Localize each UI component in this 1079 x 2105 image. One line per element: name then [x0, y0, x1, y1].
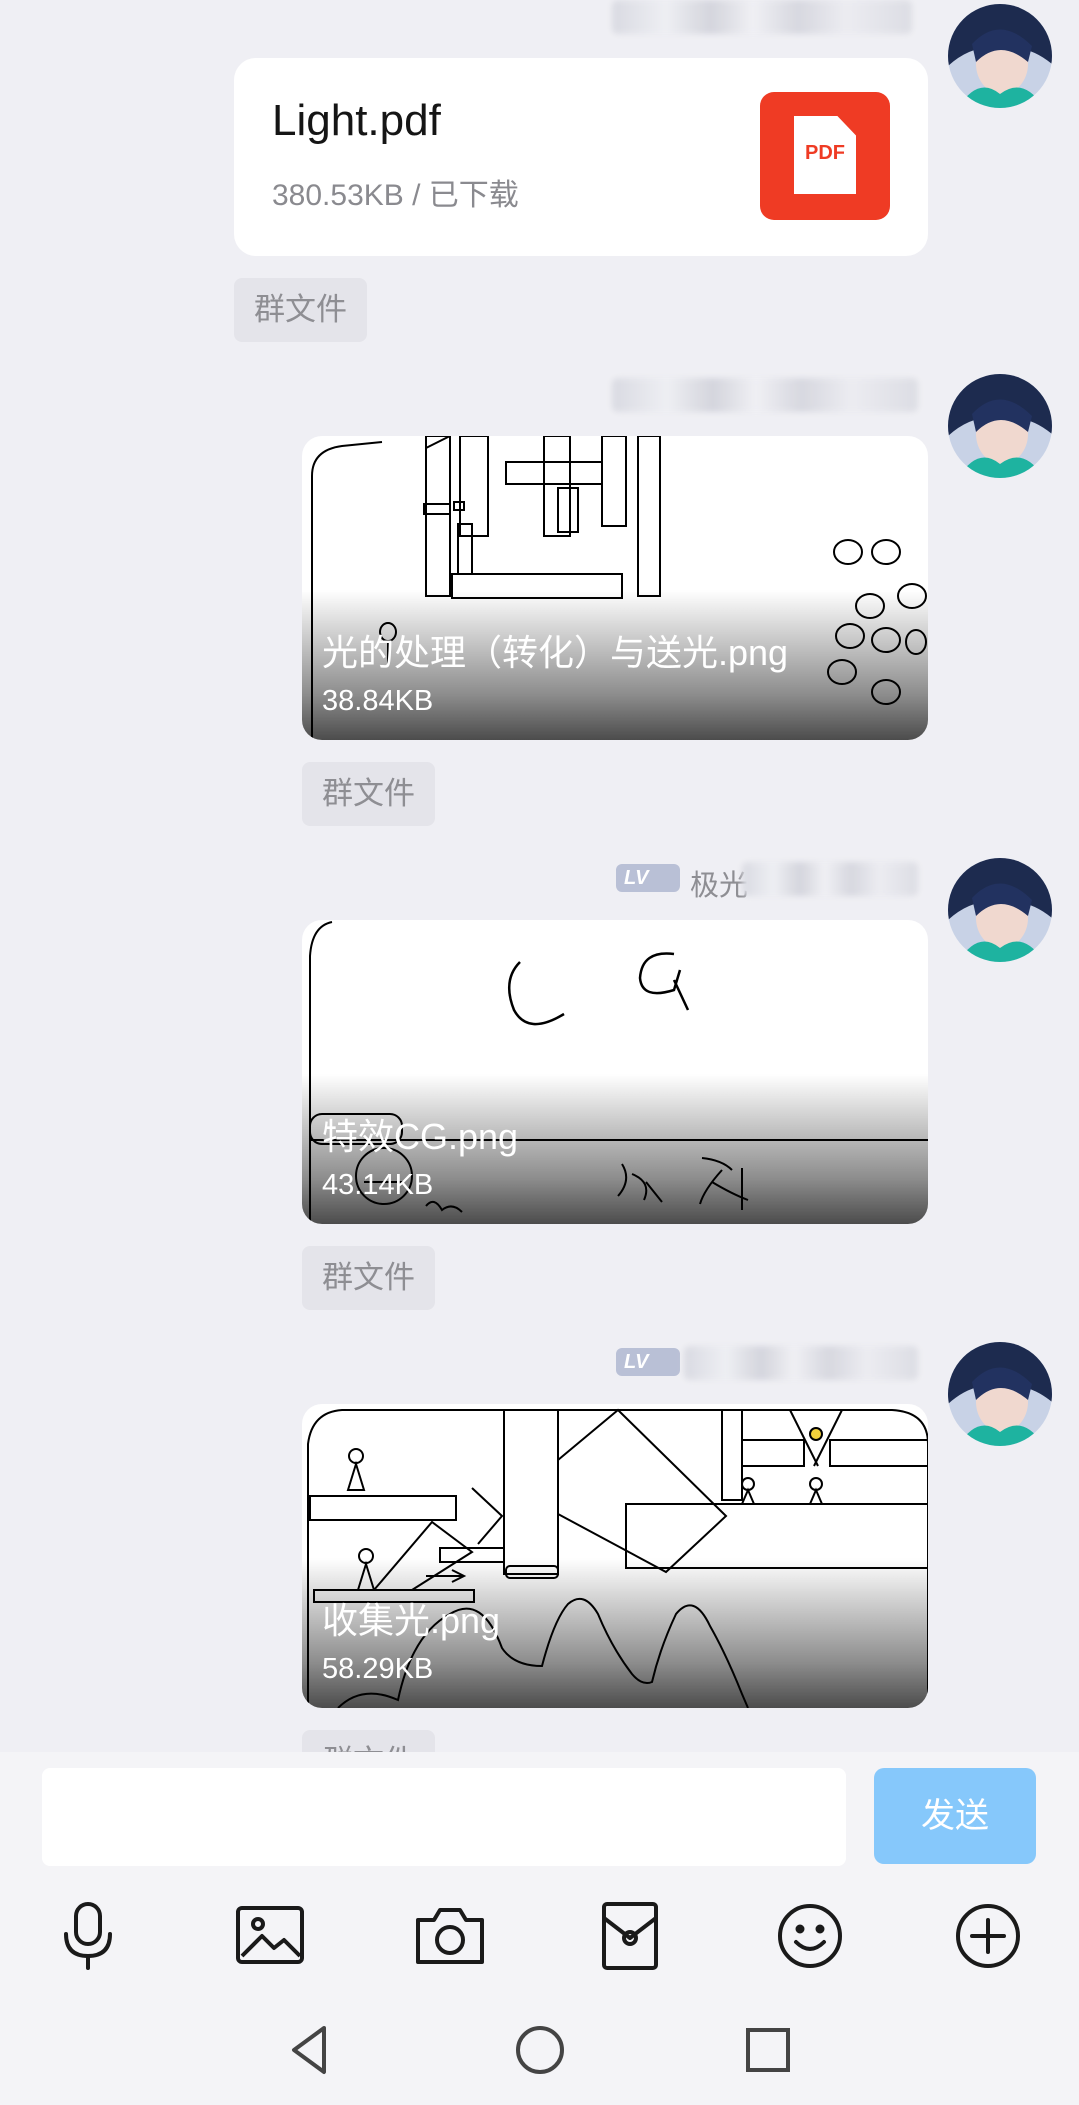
- avatar-image: [948, 858, 1052, 962]
- image-file-name: 特效CG.png: [322, 1116, 519, 1157]
- file-message-card[interactable]: Light.pdf 380.53KB / 已下载 PDF: [234, 58, 928, 256]
- pdf-icon: PDF: [760, 92, 890, 220]
- level-badge: LV: [616, 864, 680, 892]
- image-file-size: 58.29KB: [322, 1653, 434, 1685]
- group-file-tag[interactable]: 群文件: [302, 762, 435, 826]
- image-file-size: 43.14KB: [322, 1169, 434, 1201]
- recents-icon[interactable]: [738, 2020, 798, 2080]
- camera-icon[interactable]: [410, 1896, 490, 1976]
- sender-name-blurred: [612, 378, 918, 412]
- avatar[interactable]: [948, 374, 1052, 478]
- image-file-name: 光的处理（转化）与送光.png: [322, 632, 789, 673]
- red-packet-icon[interactable]: [590, 1896, 670, 1976]
- image-message-card[interactable]: 收集光.png 58.29KB: [302, 1404, 928, 1708]
- image-file-size: 38.84KB: [322, 685, 434, 717]
- image-file-name: 收集光.png: [322, 1600, 501, 1641]
- emoji-icon[interactable]: [770, 1896, 850, 1976]
- image-message-card[interactable]: 光的处理（转化）与送光.png 38.84KB: [302, 436, 928, 740]
- send-button[interactable]: 发送: [874, 1768, 1036, 1864]
- avatar-image: [948, 374, 1052, 478]
- sender-name-partial: 极光: [690, 868, 749, 902]
- group-file-tag[interactable]: 群文件: [234, 278, 367, 342]
- microphone-icon[interactable]: [48, 1896, 128, 1976]
- level-badge: LV: [616, 1348, 680, 1376]
- pdf-icon-label: PDF: [805, 142, 845, 164]
- avatar[interactable]: [948, 4, 1052, 108]
- image-icon[interactable]: [230, 1896, 310, 1976]
- avatar-image: [948, 4, 1052, 108]
- group-file-tag[interactable]: 群文件: [302, 1246, 435, 1310]
- plus-icon[interactable]: [948, 1896, 1028, 1976]
- home-icon[interactable]: [510, 2020, 570, 2080]
- avatar-image: [948, 1342, 1052, 1446]
- file-meta: 380.53KB / 已下载: [272, 179, 519, 212]
- back-icon[interactable]: [280, 2020, 340, 2080]
- sender-name-blurred: [742, 862, 918, 896]
- file-name: Light.pdf: [272, 96, 441, 145]
- sender-name-blurred: [612, 0, 912, 34]
- image-message-card[interactable]: 特效CG.png 43.14KB: [302, 920, 928, 1224]
- message-input[interactable]: [42, 1768, 846, 1866]
- avatar[interactable]: [948, 858, 1052, 962]
- avatar[interactable]: [948, 1342, 1052, 1446]
- input-bar: 发送: [0, 1752, 1079, 2105]
- sender-name-blurred: [684, 1346, 918, 1380]
